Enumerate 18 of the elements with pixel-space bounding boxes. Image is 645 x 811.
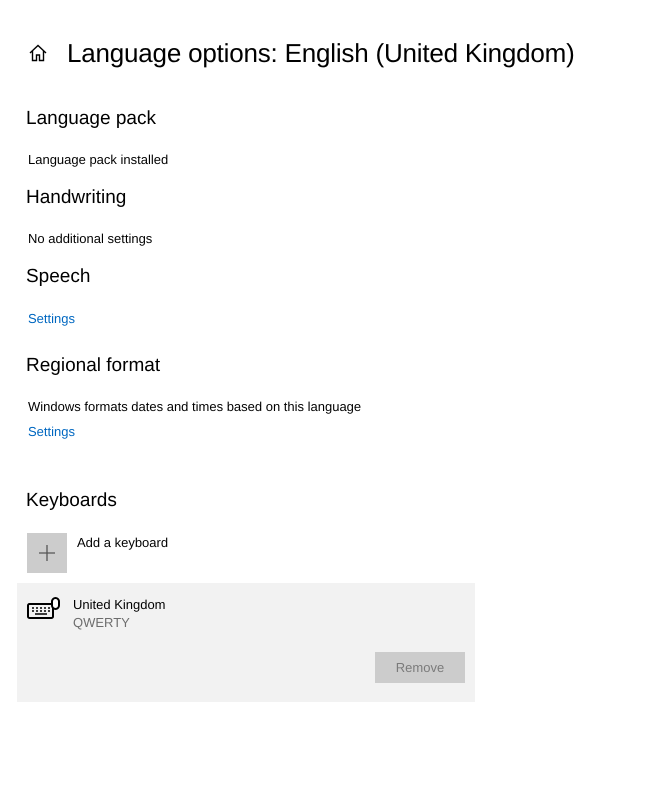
- section-heading: Handwriting: [26, 187, 128, 209]
- keyboard-layout: QWERTY: [73, 615, 131, 630]
- keyboard-item[interactable]: United Kingdom QWERTY Remove: [17, 583, 475, 702]
- add-keyboard-label[interactable]: Add a keyboard: [77, 535, 168, 550]
- settings-link[interactable]: Settings: [28, 424, 75, 439]
- section-heading: Keyboards: [26, 490, 118, 512]
- section-heading: Language pack: [26, 108, 157, 130]
- home-icon[interactable]: [28, 43, 48, 63]
- section-heading: Regional format: [26, 355, 162, 377]
- plus-icon: [38, 544, 56, 562]
- settings-link[interactable]: Settings: [28, 311, 75, 326]
- section-description: No additional settings: [28, 231, 154, 246]
- keyboard-icon: [27, 597, 61, 621]
- section-description: Language pack installed: [28, 152, 170, 167]
- section-heading: Speech: [26, 266, 92, 288]
- page-title: Language options: English (United Kingdom): [67, 38, 575, 68]
- keyboard-name: United Kingdom: [73, 597, 166, 612]
- section-description: Windows formats dates and times based on this language: [28, 399, 362, 414]
